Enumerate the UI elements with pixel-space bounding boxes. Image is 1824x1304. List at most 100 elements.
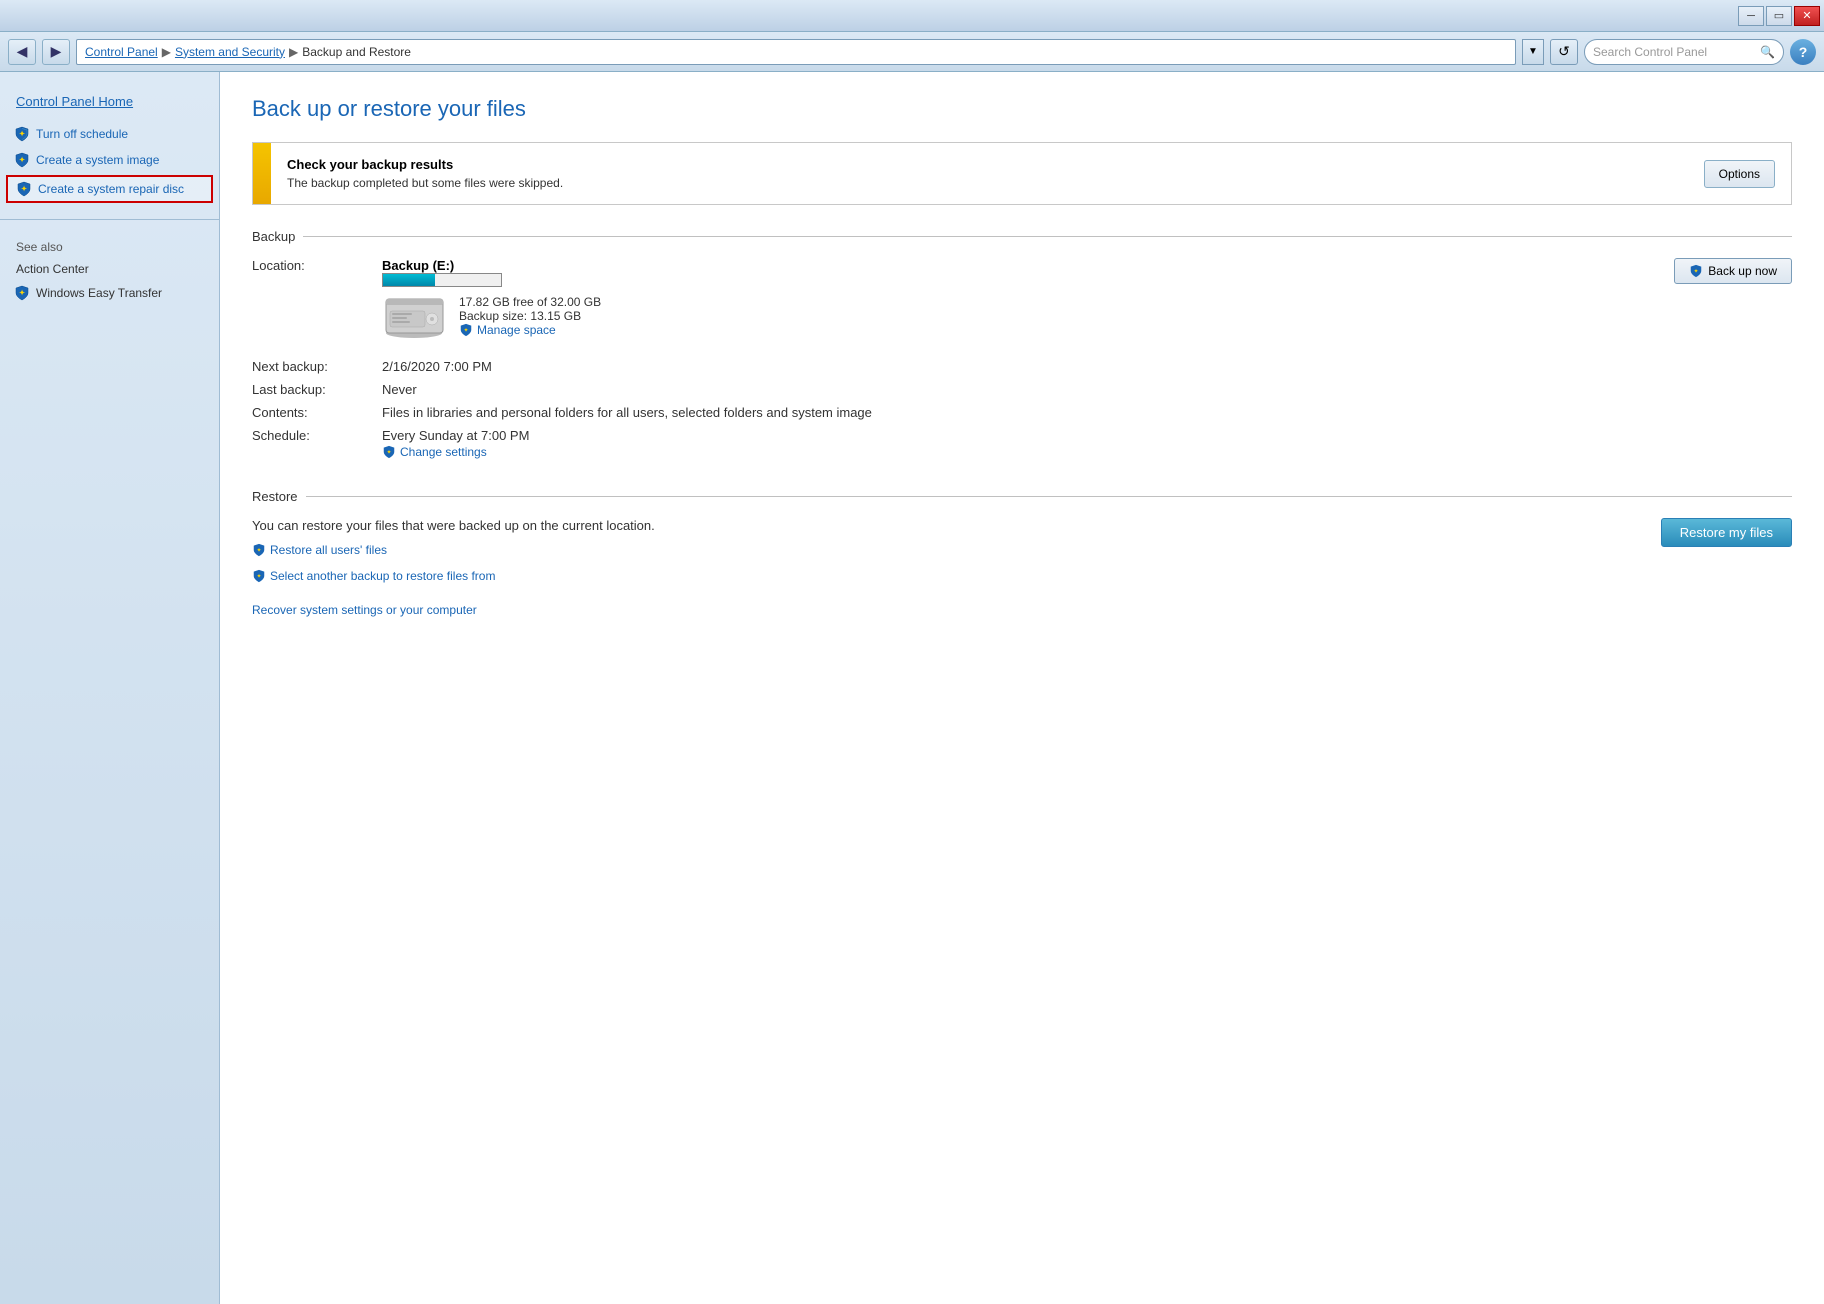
svg-text:✦: ✦ <box>1694 268 1699 275</box>
path-arrow-1: ▶ <box>162 45 171 59</box>
shield-icon-3: ✦ <box>16 181 32 197</box>
restore-all-users-label: Restore all users' files <box>270 543 387 557</box>
backup-now-shield-icon: ✦ <box>1689 264 1703 278</box>
sidebar-item-create-image[interactable]: ✦ Create a system image <box>0 147 219 173</box>
path-backup-restore: Backup and Restore <box>302 45 411 59</box>
svg-text:✦: ✦ <box>256 547 261 554</box>
sidebar-divider <box>0 219 219 220</box>
backup-info-rows: Next backup: 2/16/2020 7:00 PM Last back… <box>252 359 1792 459</box>
options-button[interactable]: Options <box>1704 160 1775 188</box>
shield-icon-1: ✦ <box>14 126 30 142</box>
maximize-button[interactable]: ▭ <box>1766 6 1792 26</box>
address-dropdown[interactable]: ▼ <box>1522 39 1544 65</box>
address-bar: ◀ ▶ Control Panel ▶ System and Security … <box>0 32 1824 72</box>
backup-size-value: 13.15 GB <box>530 309 581 323</box>
back-button[interactable]: ◀ <box>8 39 36 65</box>
address-path[interactable]: Control Panel ▶ System and Security ▶ Ba… <box>76 39 1516 65</box>
restore-description: You can restore your files that were bac… <box>252 518 655 533</box>
manage-shield-icon: ✦ <box>459 323 473 337</box>
manage-space-label: Manage space <box>477 323 556 337</box>
location-label: Location: <box>252 258 382 273</box>
restore-all-shield-icon: ✦ <box>252 543 266 557</box>
search-box[interactable]: Search Control Panel 🔍 <box>1584 39 1784 65</box>
disk-icon <box>382 291 447 339</box>
path-arrow-2: ▶ <box>289 45 298 59</box>
sidebar-item-label-turn-off: Turn off schedule <box>36 127 128 141</box>
sidebar-item-label-create-image: Create a system image <box>36 153 159 167</box>
sidebar: Control Panel Home ✦ Turn off schedule ✦… <box>0 72 220 1304</box>
svg-text:✦: ✦ <box>256 573 261 580</box>
schedule-label: Schedule: <box>252 428 382 443</box>
svg-text:✦: ✦ <box>19 130 25 138</box>
warning-text: The backup completed but some files were… <box>287 176 1672 190</box>
warning-stripe <box>253 143 271 204</box>
disk-progress-fill <box>383 274 435 286</box>
backup-size-label: Backup size: <box>459 309 527 323</box>
select-another-backup-link[interactable]: ✦ Select another backup to restore files… <box>252 569 655 583</box>
sidebar-item-windows-easy-transfer[interactable]: ✦ Windows Easy Transfer <box>0 280 219 306</box>
sidebar-item-create-repair-disc[interactable]: ✦ Create a system repair disc <box>6 175 213 203</box>
help-button[interactable]: ? <box>1790 39 1816 65</box>
shield-icon-2: ✦ <box>14 152 30 168</box>
backup-size: Backup size: 13.15 GB <box>459 309 601 323</box>
search-placeholder: Search Control Panel <box>1593 45 1707 59</box>
recover-system-link[interactable]: Recover system settings or your computer <box>252 603 477 617</box>
restore-my-files-button[interactable]: Restore my files <box>1661 518 1792 547</box>
sidebar-item-label-easy-transfer: Windows Easy Transfer <box>36 286 162 300</box>
content-area: Back up or restore your files Check your… <box>220 72 1824 1304</box>
refresh-button[interactable]: ↺ <box>1550 39 1578 65</box>
schedule-value-block: Every Sunday at 7:00 PM ✦ Change setting… <box>382 428 529 459</box>
location-value: Backup (E:) <box>382 258 601 273</box>
path-control-panel[interactable]: Control Panel <box>85 45 158 59</box>
svg-text:✦: ✦ <box>463 327 468 334</box>
change-settings-link[interactable]: ✦ Change settings <box>382 445 529 459</box>
schedule-value: Every Sunday at 7:00 PM <box>382 428 529 443</box>
change-shield-icon: ✦ <box>382 445 396 459</box>
disk-free: 17.82 GB free of 32.00 GB <box>459 295 601 309</box>
svg-text:✦: ✦ <box>19 289 25 297</box>
restore-left-col: You can restore your files that were bac… <box>252 518 655 589</box>
page-title: Back up or restore your files <box>252 96 1792 122</box>
sidebar-home[interactable]: Control Panel Home <box>0 88 219 121</box>
change-settings-label: Change settings <box>400 445 487 459</box>
next-backup-value: 2/16/2020 7:00 PM <box>382 359 492 374</box>
sidebar-item-action-center[interactable]: Action Center <box>0 258 219 280</box>
contents-label: Contents: <box>252 405 382 420</box>
warning-content: Check your backup results The backup com… <box>271 143 1688 204</box>
minimize-button[interactable]: ─ <box>1738 6 1764 26</box>
contents-value: Files in libraries and personal folders … <box>382 405 872 420</box>
select-backup-shield-icon: ✦ <box>252 569 266 583</box>
manage-space-link[interactable]: ✦ Manage space <box>459 323 601 337</box>
svg-text:✦: ✦ <box>21 185 27 193</box>
last-backup-value: Never <box>382 382 417 397</box>
svg-text:✦: ✦ <box>19 156 25 164</box>
restore-links: ✦ Restore all users' files ✦ Select anot… <box>252 543 655 589</box>
forward-button[interactable]: ▶ <box>42 39 70 65</box>
warning-title: Check your backup results <box>287 157 1672 172</box>
contents-row: Contents: Files in libraries and persona… <box>252 405 1792 420</box>
backup-now-label: Back up now <box>1708 264 1777 278</box>
see-also-label: See also <box>0 236 219 258</box>
next-backup-label: Next backup: <box>252 359 382 374</box>
last-backup-row: Last backup: Never <box>252 382 1792 397</box>
sidebar-item-label-create-repair: Create a system repair disc <box>38 182 184 196</box>
warning-banner: Check your backup results The backup com… <box>252 142 1792 205</box>
title-bar-buttons: ─ ▭ ✕ <box>1738 6 1820 26</box>
path-system-security[interactable]: System and Security <box>175 45 285 59</box>
close-button[interactable]: ✕ <box>1794 6 1820 26</box>
svg-text:✦: ✦ <box>386 449 391 456</box>
backup-section-header: Backup <box>252 229 1792 244</box>
next-backup-row: Next backup: 2/16/2020 7:00 PM <box>252 359 1792 374</box>
restore-section-header: Restore <box>252 489 1792 504</box>
restore-row: You can restore your files that were bac… <box>252 518 1792 589</box>
backup-now-button[interactable]: ✦ Back up now <box>1674 258 1792 284</box>
restore-all-users-link[interactable]: ✦ Restore all users' files <box>252 543 655 557</box>
search-icon: 🔍 <box>1760 45 1775 59</box>
sidebar-item-turn-off-schedule[interactable]: ✦ Turn off schedule <box>0 121 219 147</box>
shield-icon-4: ✦ <box>14 285 30 301</box>
location-block: Location: Backup (E:) <box>252 258 601 349</box>
schedule-row: Schedule: Every Sunday at 7:00 PM ✦ Chan… <box>252 428 1792 459</box>
disk-progress-bar <box>382 273 502 287</box>
location-value-block: Backup (E:) <box>382 258 601 339</box>
backup-section: Backup Location: Backup (E:) <box>252 229 1792 459</box>
